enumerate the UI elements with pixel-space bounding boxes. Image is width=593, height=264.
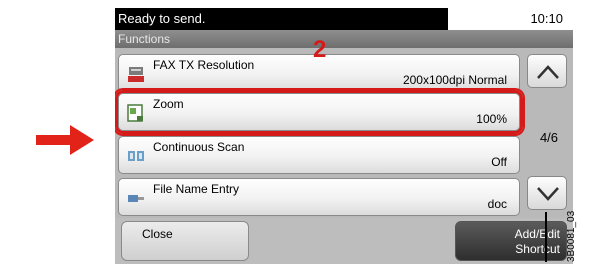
item-label: File Name Entry bbox=[153, 182, 240, 196]
clock: 10:10 bbox=[458, 8, 573, 30]
item-value: doc bbox=[487, 197, 507, 211]
scroll-down-button[interactable] bbox=[527, 176, 567, 210]
fax-resolution-icon bbox=[128, 67, 144, 82]
item-label: FAX TX Resolution bbox=[153, 58, 255, 72]
item-value: 100% bbox=[476, 112, 507, 126]
pointer-line bbox=[545, 212, 547, 262]
callout-number: 2 bbox=[313, 36, 327, 63]
function-item-continuous-scan[interactable]: Continuous Scan Off bbox=[118, 136, 520, 174]
scroll-up-button[interactable] bbox=[527, 54, 567, 88]
figure-code: 3B0081_03 bbox=[566, 210, 577, 262]
add-edit-shortcut-button[interactable]: Add/Edit Shortcut bbox=[455, 221, 567, 261]
chevron-down-icon bbox=[537, 187, 559, 201]
device-panel: Ready to send. 10:10 Functions FAX TX Re… bbox=[115, 8, 573, 264]
close-label: Close bbox=[142, 227, 173, 241]
zoom-icon bbox=[127, 104, 143, 122]
item-label: Zoom bbox=[153, 97, 184, 111]
screen-title: Functions bbox=[115, 30, 573, 48]
add-edit-line2: Shortcut bbox=[515, 242, 560, 256]
continuous-scan-icon bbox=[128, 151, 144, 161]
pointer-arrow-icon bbox=[36, 125, 94, 155]
item-value: 200x100dpi Normal bbox=[402, 73, 507, 87]
close-button[interactable]: Close bbox=[121, 221, 249, 261]
function-item-file-name-entry[interactable]: File Name Entry doc bbox=[118, 178, 520, 216]
item-value: Off bbox=[491, 155, 507, 169]
bottom-bar: Close Add/Edit Shortcut bbox=[115, 218, 573, 264]
file-name-entry-icon bbox=[128, 195, 144, 202]
page-indicator: 4/6 bbox=[539, 130, 559, 145]
status-message: Ready to send. bbox=[115, 8, 448, 30]
status-bar: Ready to send. 10:10 bbox=[115, 8, 573, 30]
add-edit-shortcut-label: Add/Edit Shortcut bbox=[515, 227, 560, 257]
function-item-zoom[interactable]: Zoom 100% bbox=[115, 90, 523, 134]
add-edit-line1: Add/Edit bbox=[514, 227, 560, 241]
item-label: Continuous Scan bbox=[153, 140, 245, 154]
chevron-up-icon bbox=[537, 65, 559, 79]
